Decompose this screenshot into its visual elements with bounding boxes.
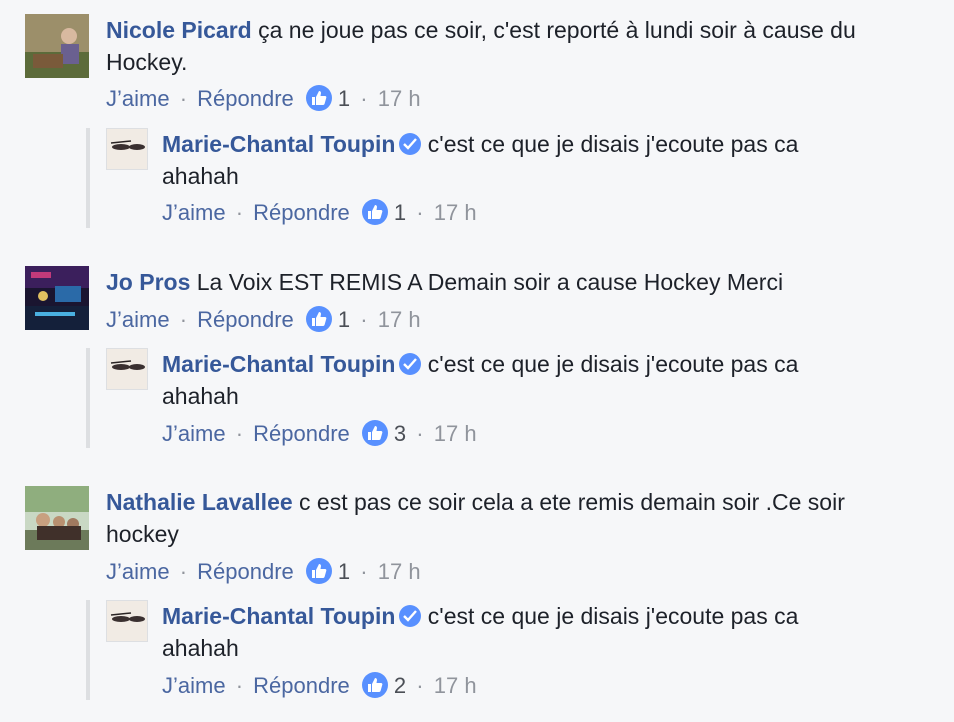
comment-text: Jo Pros La Voix EST REMIS A Demain soir … [106, 266, 926, 298]
separator: · [416, 673, 424, 698]
avatar-photo [25, 266, 89, 330]
verified-badge-icon [399, 605, 422, 627]
reply-author-name[interactable]: Marie-Chantal Toupin [162, 351, 395, 377]
reply-text: Marie-Chantal Toupin c'est ce que je dis… [162, 128, 922, 192]
reply-link[interactable]: Répondre [197, 307, 294, 332]
verified-badge-icon [399, 353, 422, 375]
avatar[interactable] [25, 486, 89, 550]
separator: · [360, 86, 368, 111]
like-link[interactable]: J’aime [162, 200, 226, 225]
author-name[interactable]: Nathalie Lavallee [106, 489, 293, 515]
avatar-photo [107, 601, 147, 641]
comment-body: ça ne joue pas ce soir, c'est reporté à … [258, 17, 856, 43]
reply-text: Marie-Chantal Toupin c'est ce que je dis… [162, 600, 922, 664]
reply-body: c'est ce que je disais j'ecoute pas ca [427, 603, 799, 629]
reply-link[interactable]: Répondre [253, 421, 350, 446]
comment-text: Nathalie Lavallee c est pas ce soir cela… [106, 486, 926, 550]
like-link[interactable]: J’aime [162, 673, 226, 698]
reply-thread-line [86, 128, 90, 228]
comment-body-line2: hockey [106, 521, 179, 547]
author-name[interactable]: Jo Pros [106, 269, 190, 295]
separator: · [416, 421, 424, 446]
reply-actions: J’aime · Répondre 1 · 17 h [162, 199, 477, 227]
comment-text: Nicole Picard ça ne joue pas ce soir, c'… [106, 14, 926, 78]
timestamp[interactable]: 17 h [434, 200, 477, 225]
like-link[interactable]: J’aime [106, 86, 170, 111]
comment-actions: J’aime · Répondre 1 · 17 h [106, 558, 421, 586]
comment-actions: J’aime · Répondre 1 · 17 h [106, 306, 421, 334]
reply-actions: J’aime · Répondre 3 · 17 h [162, 420, 477, 448]
author-name[interactable]: Nicole Picard [106, 17, 252, 43]
reply-avatar[interactable] [106, 600, 148, 642]
timestamp[interactable]: 17 h [378, 307, 421, 332]
separator: · [416, 200, 424, 225]
timestamp[interactable]: 17 h [434, 421, 477, 446]
separator: · [360, 307, 368, 332]
like-count[interactable]: 1 [338, 307, 350, 332]
like-count[interactable]: 1 [338, 86, 350, 111]
timestamp[interactable]: 17 h [434, 673, 477, 698]
like-link[interactable]: J’aime [162, 421, 226, 446]
avatar-photo [107, 349, 147, 389]
separator: · [235, 200, 244, 225]
separator: · [360, 559, 368, 584]
thumbs-up-icon[interactable] [361, 420, 388, 446]
separator: · [235, 673, 244, 698]
timestamp[interactable]: 17 h [378, 86, 421, 111]
comment-body: c est pas ce soir cela a ete remis demai… [299, 489, 845, 515]
reply-link[interactable]: Répondre [253, 673, 350, 698]
like-count[interactable]: 1 [338, 559, 350, 584]
separator: · [179, 307, 188, 332]
reply-avatar[interactable] [106, 348, 148, 390]
like-count[interactable]: 1 [394, 200, 406, 225]
like-link[interactable]: J’aime [106, 307, 170, 332]
avatar[interactable] [25, 14, 89, 78]
like-count[interactable]: 2 [394, 673, 406, 698]
reply-link[interactable]: Répondre [253, 200, 350, 225]
thumbs-up-icon[interactable] [361, 199, 388, 225]
reply-body-line2: ahahah [162, 383, 239, 409]
comment-body: La Voix EST REMIS A Demain soir a cause … [196, 269, 784, 295]
reply-avatar[interactable] [106, 128, 148, 170]
thumbs-up-icon[interactable] [305, 306, 332, 332]
like-count[interactable]: 3 [394, 421, 406, 446]
timestamp[interactable]: 17 h [378, 559, 421, 584]
like-link[interactable]: J’aime [106, 559, 170, 584]
comment-actions: J’aime · Répondre 1 · 17 h [106, 85, 421, 113]
reply-author-name[interactable]: Marie-Chantal Toupin [162, 131, 395, 157]
reply-body: c'est ce que je disais j'ecoute pas ca [427, 131, 799, 157]
separator: · [235, 421, 244, 446]
thumbs-up-icon[interactable] [305, 85, 332, 111]
reply-author-name[interactable]: Marie-Chantal Toupin [162, 603, 395, 629]
reply-body-line2: ahahah [162, 163, 239, 189]
avatar-photo [107, 129, 147, 169]
avatar-photo [25, 14, 89, 78]
reply-body-line2: ahahah [162, 635, 239, 661]
reply-link[interactable]: Répondre [197, 86, 294, 111]
thumbs-up-icon[interactable] [305, 558, 332, 584]
separator: · [179, 559, 188, 584]
comment-body-line2: Hockey. [106, 49, 188, 75]
reply-text: Marie-Chantal Toupin c'est ce que je dis… [162, 348, 922, 412]
reply-thread-line [86, 600, 90, 700]
separator: · [179, 86, 188, 111]
verified-badge-icon [399, 133, 422, 155]
reply-body: c'est ce que je disais j'ecoute pas ca [427, 351, 799, 377]
avatar-photo [25, 486, 89, 550]
reply-thread-line [86, 348, 90, 448]
thumbs-up-icon[interactable] [361, 672, 388, 698]
avatar[interactable] [25, 266, 89, 330]
reply-actions: J’aime · Répondre 2 · 17 h [162, 672, 477, 700]
reply-link[interactable]: Répondre [197, 559, 294, 584]
